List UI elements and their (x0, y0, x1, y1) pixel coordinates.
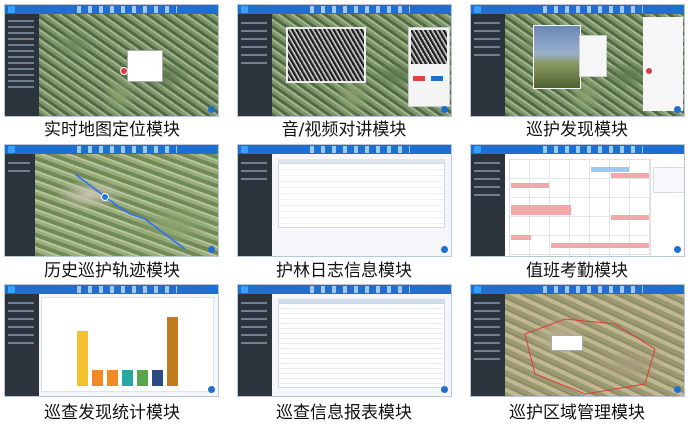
float-button (674, 246, 681, 253)
area-boundary (524, 318, 656, 395)
duty-slot (511, 235, 531, 240)
caption-3: 巡护发现模块 (526, 120, 628, 140)
float-button (674, 106, 681, 113)
duty-slot (611, 215, 649, 220)
screenshot-inspection-report (237, 284, 452, 397)
app-header (5, 285, 218, 294)
logo-icon (8, 286, 15, 293)
logo-icon (474, 6, 481, 13)
toolbar-icons (77, 6, 177, 13)
duty-legend (653, 167, 684, 193)
chart-bar (92, 370, 103, 386)
caption-1: 实时地图定位模块 (44, 120, 180, 140)
discovery-photo (533, 25, 581, 89)
logo-icon (474, 146, 481, 153)
chart-bar (107, 370, 118, 386)
caption-8: 巡查信息报表模块 (276, 403, 412, 423)
sidebar (238, 294, 272, 396)
toolbar-icons (77, 286, 177, 293)
float-button (441, 106, 448, 113)
screenshot-patrol-area (470, 284, 685, 397)
location-marker-icon (120, 67, 128, 75)
location-popup (127, 50, 163, 82)
logo-icon (8, 146, 15, 153)
caption-5: 护林日志信息模块 (276, 261, 412, 281)
logo-icon (241, 146, 248, 153)
logo-icon (241, 286, 248, 293)
video-window-right (408, 27, 450, 107)
sidebar (5, 154, 35, 256)
sidebar (238, 14, 272, 116)
chart-bar (137, 370, 148, 386)
screenshot-patrol-discovery (470, 4, 685, 117)
screenshot-inspection-stats (4, 284, 219, 397)
float-button (441, 386, 448, 393)
float-button (208, 246, 215, 253)
report-table (278, 303, 445, 388)
float-button (441, 246, 448, 253)
logo-icon (8, 6, 15, 13)
sidebar (5, 294, 39, 396)
discovery-info-panel (579, 35, 607, 77)
caption-4: 历史巡护轨迹模块 (44, 261, 180, 281)
app-header (471, 145, 684, 154)
toolbar-icons (543, 6, 643, 13)
screenshot-realtime-map (4, 4, 219, 117)
toolbar-icons (310, 6, 410, 13)
duty-slot (511, 183, 549, 188)
float-button (674, 386, 681, 393)
caption-2: 音/视频对讲模块 (281, 120, 407, 140)
caption-9: 巡护区域管理模块 (509, 403, 645, 423)
app-header (238, 145, 451, 154)
video-window-left (286, 27, 366, 83)
app-header (238, 285, 451, 294)
caption-7: 巡查发现统计模块 (44, 403, 180, 423)
track-marker-icon (101, 193, 109, 201)
duty-slot (511, 205, 571, 215)
discovery-list (643, 17, 683, 111)
app-header (5, 5, 218, 14)
duty-slot (591, 167, 629, 172)
screenshot-forest-log (237, 144, 452, 257)
toolbar-icons (310, 286, 410, 293)
toolbar-icons (77, 146, 177, 153)
area-popup (551, 335, 583, 351)
chart-bar (122, 370, 133, 386)
bar-chart (41, 297, 214, 392)
toolbar-icons (310, 146, 410, 153)
toolbar-icons (543, 286, 643, 293)
track-line (74, 173, 186, 250)
caption-6: 值班考勤模块 (526, 261, 628, 281)
chart-bar (152, 370, 163, 386)
screenshot-av-intercom (237, 4, 452, 117)
logo-icon (241, 6, 248, 13)
sidebar (5, 14, 39, 116)
log-table (278, 163, 445, 228)
chart-bar (167, 317, 178, 386)
app-header (471, 5, 684, 14)
duty-slot (611, 173, 649, 178)
logo-icon (474, 286, 481, 293)
app-header (5, 145, 218, 154)
app-header (471, 285, 684, 294)
sidebar (471, 14, 505, 116)
screenshot-duty-attendance (470, 144, 685, 257)
app-header (238, 5, 451, 14)
duty-slot (551, 243, 649, 248)
sidebar (238, 154, 272, 256)
toolbar-icons (543, 146, 643, 153)
sidebar (471, 294, 505, 396)
chart-bar (77, 331, 88, 386)
screenshot-history-track (4, 144, 219, 257)
sidebar (471, 154, 505, 256)
float-button (208, 106, 215, 113)
float-button (208, 386, 215, 393)
